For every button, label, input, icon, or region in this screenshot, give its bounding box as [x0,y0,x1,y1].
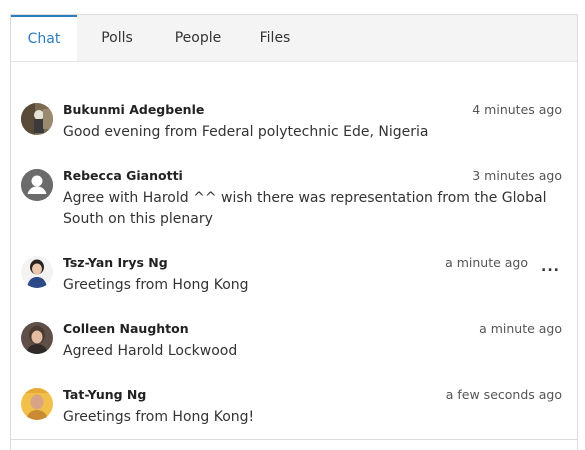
message-timestamp: a minute ago [445,255,528,270]
avatar-photo-icon [21,103,53,135]
avatar-photo-icon [21,256,53,288]
tab-people[interactable]: People [157,15,239,61]
user-avatar [21,103,53,135]
message-timestamp: a few seconds ago [445,387,562,402]
default-user-icon [21,169,53,201]
message-timestamp: 3 minutes ago [472,168,562,183]
tab-chat[interactable]: Chat [11,15,77,61]
chat-panel: Chat Polls People Files Bukunmi Adegbenl… [10,14,578,450]
tab-files[interactable]: Files [239,15,311,61]
message-text: Agreed Harold Lockwood [63,343,238,359]
message-author: Tsz-Yan Irys Ng [63,255,168,270]
message-author: Rebecca Gianotti [63,168,183,183]
user-avatar [21,388,53,420]
message-author: Colleen Naughton [63,321,189,336]
composer-divider [11,439,577,440]
message-text: Greetings from Hong Kong! [63,409,255,425]
message-timestamp: 4 minutes ago [472,102,562,117]
tab-polls[interactable]: Polls [77,15,157,61]
message-author: Bukunmi Adegbenle [63,102,205,117]
user-avatar [21,322,53,354]
user-avatar [21,256,53,288]
tab-bar: Chat Polls People Files [11,15,577,62]
avatar-photo-icon [21,388,53,420]
message-text: Greetings from Hong Kong [63,277,249,293]
more-options-icon[interactable]: ... [541,259,560,275]
message-author: Tat-Yung Ng [63,387,147,402]
user-silhouette-icon [21,169,53,201]
message-text: Agree with Harold ^^ wish there was repr… [63,190,547,227]
message-timestamp: a minute ago [479,321,562,336]
avatar-photo-icon [21,322,53,354]
message-text: Good evening from Federal polytechnic Ed… [63,124,429,140]
